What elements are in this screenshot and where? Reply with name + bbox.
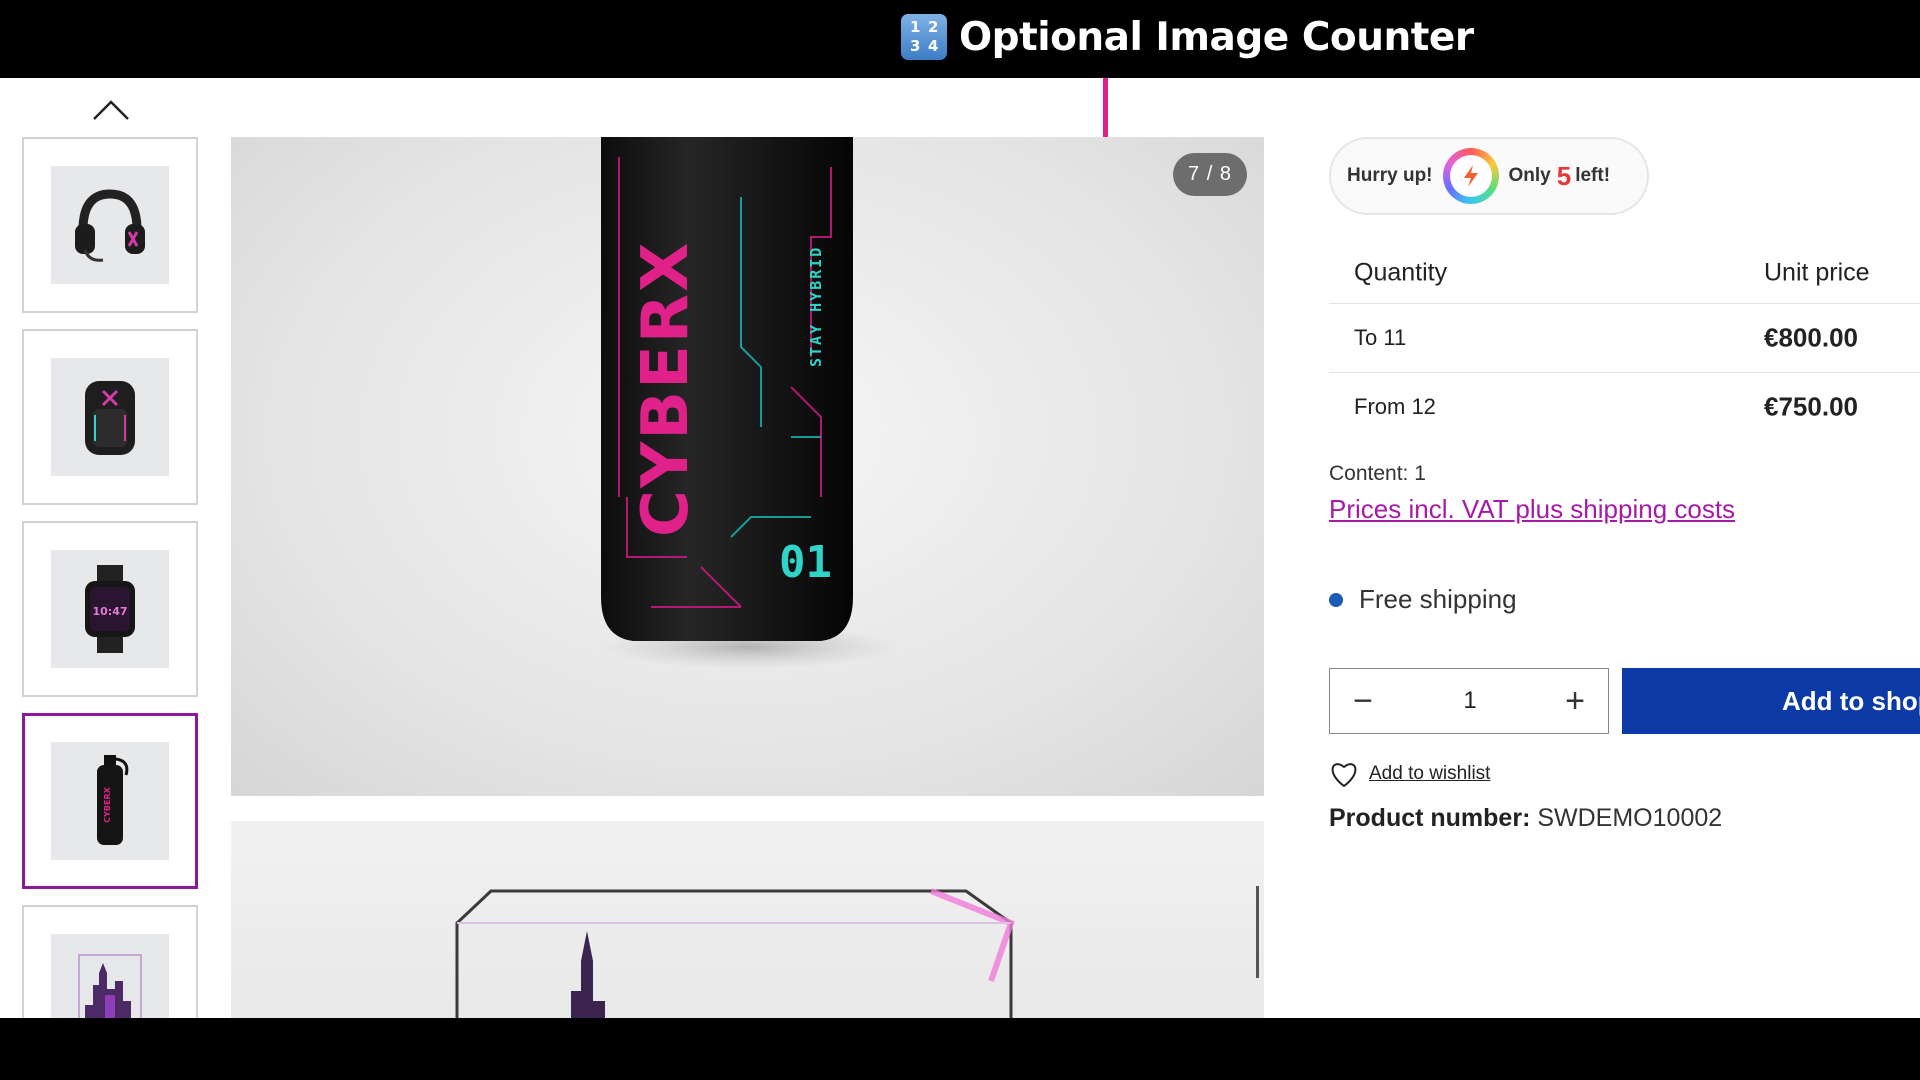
- thumbnail-smartwatch[interactable]: 10:47: [22, 521, 198, 697]
- svg-text:10:47: 10:47: [92, 605, 127, 618]
- price-row-quantity: To 11: [1354, 325, 1407, 350]
- city-display-image: [51, 934, 169, 1018]
- bottle-image: CYBERX: [51, 742, 169, 860]
- stock-count: 5: [1556, 160, 1572, 191]
- product-number: Product number: SWDEMO10002: [1329, 804, 1722, 833]
- vat-shipping-link[interactable]: Prices incl. VAT plus shipping costs: [1329, 494, 1735, 525]
- main-product-image[interactable]: CYBERX STAY HYBRID 01: [231, 137, 1264, 796]
- annotation-banner: 12 34 Optional Image Counter: [0, 0, 1920, 78]
- bottle-brand-text: CYBERX: [629, 241, 703, 537]
- thumbnail-backpack[interactable]: [22, 329, 198, 505]
- quantity-header: Quantity: [1354, 258, 1448, 287]
- thumbnail-headset[interactable]: [22, 137, 198, 313]
- thumbnail-bottle[interactable]: CYBERX: [22, 713, 198, 889]
- image-counter: 7 / 8: [1173, 153, 1247, 196]
- next-product-image[interactable]: [231, 821, 1264, 1018]
- shipping-label: Free shipping: [1359, 584, 1517, 614]
- chevron-up-icon[interactable]: [91, 98, 131, 122]
- quantity-stepper: − 1 +: [1329, 668, 1609, 734]
- quantity-input[interactable]: 1: [1396, 669, 1544, 733]
- annotation-title-text: Optional Image Counter: [959, 14, 1474, 60]
- shipping-status-dot: [1329, 592, 1343, 607]
- backpack-image: [51, 358, 169, 476]
- input-numbers-icon: 12 34: [901, 14, 947, 60]
- product-number-value: SWDEMO10002: [1537, 804, 1723, 832]
- price-row: To 11 €800.00: [1329, 303, 1920, 372]
- bottom-banner: [0, 1018, 1920, 1080]
- stock-only: Only: [1508, 165, 1551, 186]
- decrease-quantity-button[interactable]: −: [1330, 669, 1396, 733]
- stock-prefix: Hurry up!: [1347, 165, 1433, 186]
- wishlist-label[interactable]: Add to wishlist: [1369, 763, 1490, 785]
- price-row-price: €750.00: [1764, 391, 1858, 422]
- bottle-product-photo: CYBERX STAY HYBRID 01: [599, 137, 899, 669]
- price-row: From 12 €750.00: [1329, 372, 1920, 441]
- content-info: Content: 1: [1329, 462, 1426, 485]
- thumbnail-city-display[interactable]: [22, 905, 198, 1018]
- price-row-quantity: From 12: [1354, 394, 1436, 419]
- price-table-header: Quantity Unit price: [1329, 243, 1920, 303]
- city-display-photo: [455, 888, 1015, 1018]
- gallery-scrollbar[interactable]: [1256, 886, 1259, 978]
- lightning-icon: [1442, 148, 1499, 204]
- annotation-title: 12 34 Optional Image Counter: [901, 14, 1474, 60]
- block-price-table: Quantity Unit price To 11 €800.00 From 1…: [1329, 243, 1920, 441]
- headset-image: [51, 166, 169, 284]
- add-to-wishlist[interactable]: Add to wishlist: [1329, 760, 1490, 788]
- bottle-number-text: 01: [779, 537, 832, 588]
- stock-badge: Hurry up! Only 5 left!: [1329, 137, 1649, 215]
- heart-icon: [1331, 763, 1357, 788]
- increase-quantity-button[interactable]: +: [1542, 669, 1608, 733]
- bottle-tagline-text: STAY HYBRID: [807, 246, 825, 367]
- product-number-label: Product number:: [1329, 804, 1531, 832]
- price-row-price: €800.00: [1764, 322, 1858, 353]
- unit-price-header: Unit price: [1764, 258, 1870, 287]
- svg-text:CYBERX: CYBERX: [103, 786, 112, 822]
- add-to-cart-button[interactable]: Add to shopping cart: [1622, 668, 1920, 734]
- product-detail-page: 10:47 CYBERX CYBERX STAY HYBRID 01 7 / 8…: [0, 78, 1920, 1018]
- shipping-info: Free shipping: [1329, 584, 1517, 615]
- smartwatch-image: 10:47: [51, 550, 169, 668]
- stock-suffix: left!: [1575, 165, 1611, 186]
